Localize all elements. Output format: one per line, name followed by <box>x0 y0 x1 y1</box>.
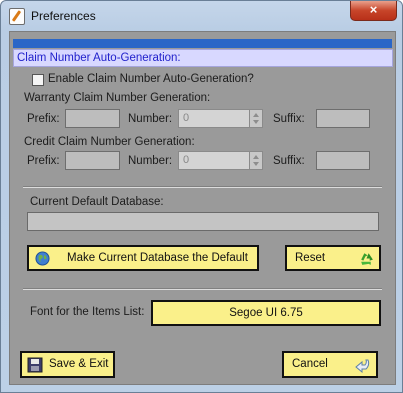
close-icon: × <box>369 2 378 17</box>
default-database-field <box>27 212 379 231</box>
close-button[interactable]: × <box>350 1 397 21</box>
reset-button[interactable]: Reset <box>285 245 381 271</box>
cancel-label: Cancel <box>292 358 328 370</box>
notepad-pencil-icon <box>9 8 25 25</box>
font-items-list-label: Font for the Items List: <box>30 306 145 318</box>
enable-auto-generation-label: Enable Claim Number Auto-Generation? <box>48 73 254 85</box>
section-title: Claim Number Auto-Generation: <box>13 49 393 67</box>
warranty-suffix-input[interactable] <box>316 109 370 128</box>
credit-suffix-input[interactable] <box>316 151 370 170</box>
warranty-heading: Warranty Claim Number Generation: <box>24 92 211 104</box>
enable-auto-generation-checkbox[interactable] <box>32 74 44 86</box>
warranty-suffix-label: Suffix: <box>273 113 305 125</box>
globe-icon <box>35 251 50 266</box>
font-value: Segoe UI 6.75 <box>229 307 303 319</box>
title-bar[interactable]: Preferences × <box>1 1 402 31</box>
header-bar <box>13 39 392 48</box>
font-select-button[interactable]: Segoe UI 6.75 <box>151 300 381 326</box>
floppy-disk-icon <box>27 357 43 373</box>
credit-suffix-label: Suffix: <box>273 155 305 167</box>
warranty-number-label: Number: <box>128 113 173 125</box>
warranty-prefix-label: Prefix: <box>27 113 60 125</box>
make-default-database-button[interactable]: Make Current Database the Default <box>27 245 259 271</box>
credit-number-input[interactable]: 0 <box>178 151 250 170</box>
cancel-button[interactable]: Cancel <box>282 351 378 378</box>
credit-heading: Credit Claim Number Generation: <box>24 136 195 148</box>
credit-prefix-input[interactable] <box>65 151 120 170</box>
preferences-window: Preferences × Claim Number Auto-Generati… <box>0 0 403 393</box>
credit-number-label: Number: <box>128 155 173 167</box>
separator <box>23 186 382 188</box>
recycle-icon <box>361 253 373 265</box>
warranty-number-input[interactable]: 0 <box>178 109 250 128</box>
save-exit-button[interactable]: Save & Exit <box>20 351 115 378</box>
reset-label: Reset <box>295 252 326 264</box>
warranty-number-spinner[interactable] <box>249 109 263 128</box>
warranty-prefix-input[interactable] <box>65 109 120 128</box>
make-default-database-label: Make Current Database the Default <box>67 252 248 264</box>
credit-prefix-label: Prefix: <box>27 155 60 167</box>
default-database-label: Current Default Database: <box>30 196 164 208</box>
separator <box>23 288 382 290</box>
credit-number-spinner[interactable] <box>249 151 263 170</box>
preferences-panel: Claim Number Auto-Generation: Enable Cla… <box>9 31 396 385</box>
save-exit-label: Save & Exit <box>49 358 109 370</box>
window-title: Preferences <box>31 9 96 23</box>
cancel-arrow-icon <box>355 359 370 373</box>
